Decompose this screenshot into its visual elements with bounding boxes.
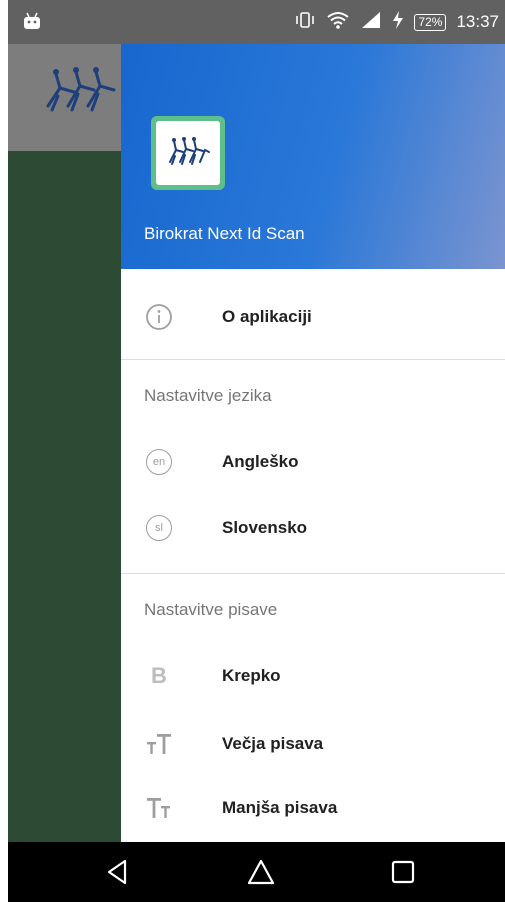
navigation-drawer: Birokrat Next Id Scan O aplikaciji Nasta… [121, 44, 505, 842]
recents-icon[interactable] [388, 857, 418, 887]
menu-item-bold[interactable]: B Krepko [121, 645, 505, 707]
info-icon [145, 303, 173, 331]
background-app-body [8, 151, 121, 842]
menu-item-label: Slovensko [222, 518, 308, 537]
wifi-icon [326, 10, 350, 35]
background-app-header [8, 44, 121, 151]
menu-item-larger-font[interactable]: Večja pisava [121, 713, 505, 775]
status-bar: 72% 13:37 [8, 0, 505, 44]
menu-item-label: Manjša pisava [222, 798, 338, 817]
drawer-header: Birokrat Next Id Scan [121, 44, 505, 269]
divider [121, 359, 505, 360]
menu-item-english[interactable]: en Angleško [121, 431, 505, 493]
divider [121, 573, 505, 574]
runners-logo-icon [38, 66, 121, 121]
menu-item-slovenian[interactable]: sl Slovensko [121, 497, 505, 559]
menu-item-label: O aplikaciji [222, 307, 312, 326]
clock: 13:37 [456, 12, 499, 31]
back-icon[interactable] [103, 857, 133, 887]
app-logo [151, 116, 225, 190]
battery-level: 72% [414, 13, 447, 31]
navigation-bar [8, 842, 505, 902]
sl-icon: sl [145, 514, 173, 542]
background-app [8, 44, 121, 842]
app-name: Birokrat Next Id Scan [144, 224, 305, 243]
menu-item-label: Angleško [222, 452, 299, 471]
charging-icon [392, 10, 404, 34]
signal-icon [360, 11, 382, 34]
home-icon[interactable] [246, 857, 276, 887]
bold-icon: B [151, 663, 167, 688]
text-increase-icon [145, 730, 173, 758]
section-title-font: Nastavitve pisave [144, 600, 278, 619]
vibrate-icon [294, 11, 316, 34]
menu-item-smaller-font[interactable]: Manjša pisava [121, 777, 505, 839]
android-notification-icon [22, 11, 42, 36]
menu-item-label: Večja pisava [222, 734, 324, 753]
text-decrease-icon [145, 794, 173, 822]
runners-logo-icon [165, 136, 211, 171]
menu-item-about[interactable]: O aplikaciji [121, 286, 505, 348]
section-title-language: Nastavitve jezika [144, 386, 272, 405]
menu-item-label: Krepko [222, 666, 281, 685]
en-icon: en [145, 448, 173, 476]
